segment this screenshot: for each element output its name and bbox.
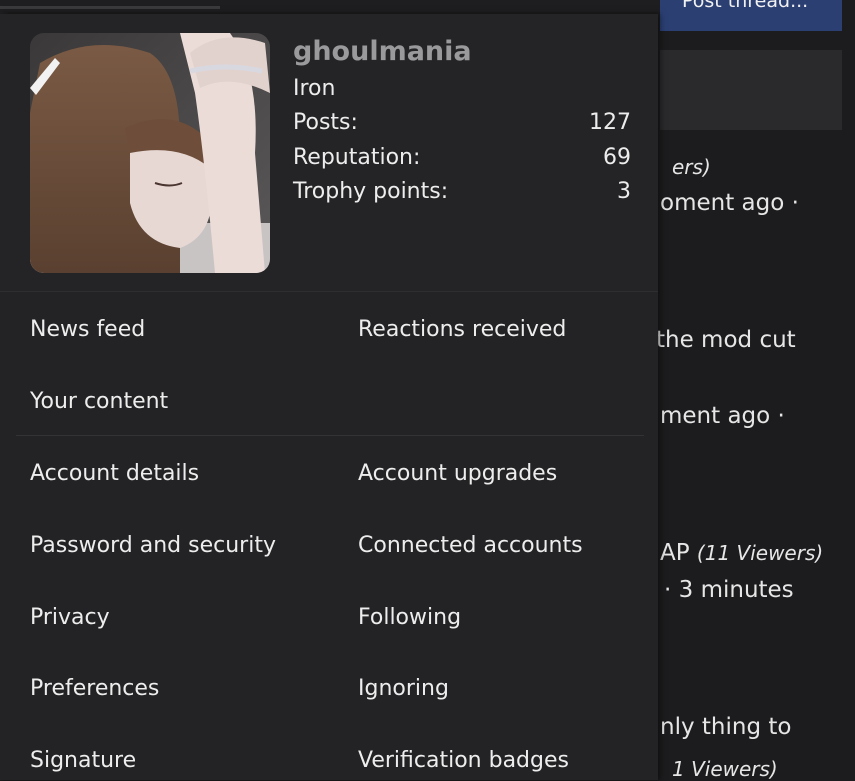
account-menu-popup: ghoulmania Iron Posts: 127 Reputation: 6…	[0, 14, 658, 780]
menu-connected-accounts[interactable]: Connected accounts	[358, 533, 583, 558]
background-thread-title[interactable]: nly thing to	[660, 714, 791, 740]
background-thread-title[interactable]: AP (11 Viewers)	[660, 540, 823, 566]
stat-label: Trophy points:	[293, 179, 449, 204]
avatar-image	[30, 33, 270, 273]
background-thread-title[interactable]: the mod cut	[656, 327, 796, 353]
background-panel	[660, 50, 842, 130]
menu-verification-badges[interactable]: Verification badges	[358, 748, 569, 773]
menu-reactions-received[interactable]: Reactions received	[358, 317, 566, 342]
background-top-bar	[0, 0, 660, 12]
background-snippet: ment ago ·	[660, 403, 785, 429]
menu-news-feed[interactable]: News feed	[30, 317, 145, 342]
stat-trophy-points: Trophy points: 3	[293, 179, 631, 204]
menu-password-security[interactable]: Password and security	[30, 533, 276, 558]
post-thread-button[interactable]: Post thread...	[660, 0, 842, 31]
stat-value: 69	[603, 145, 631, 170]
menu-your-content[interactable]: Your content	[30, 389, 168, 414]
background-snippet: ers)	[672, 155, 711, 179]
stat-reputation: Reputation: 69	[293, 145, 631, 170]
stat-value[interactable]: 127	[589, 110, 631, 135]
avatar[interactable]	[30, 33, 270, 273]
user-rank: Iron	[293, 76, 336, 101]
menu-divider	[16, 435, 644, 436]
menu-preferences[interactable]: Preferences	[30, 676, 159, 701]
menu-following[interactable]: Following	[358, 605, 461, 630]
menu-account-upgrades[interactable]: Account upgrades	[358, 461, 557, 486]
username[interactable]: ghoulmania	[293, 36, 472, 67]
background-snippet: oment ago ·	[660, 190, 799, 216]
profile-header: ghoulmania Iron Posts: 127 Reputation: 6…	[0, 14, 658, 292]
stat-label: Reputation:	[293, 145, 421, 170]
menu-account-details[interactable]: Account details	[30, 461, 199, 486]
menu-privacy[interactable]: Privacy	[30, 605, 110, 630]
menu-signature[interactable]: Signature	[30, 748, 136, 773]
stat-label: Posts:	[293, 110, 358, 135]
background-snippet: · 3 minutes	[664, 577, 794, 603]
background-snippet: 1 Viewers)	[672, 757, 778, 781]
stat-posts: Posts: 127	[293, 110, 631, 135]
top-bar-divider	[0, 6, 220, 9]
stat-value[interactable]: 3	[617, 179, 631, 204]
menu-ignoring[interactable]: Ignoring	[358, 676, 449, 701]
